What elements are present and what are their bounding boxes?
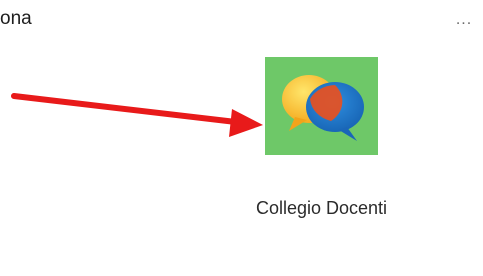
team-name-label: Collegio Docenti — [255, 198, 388, 218]
chat-bubbles-icon — [282, 75, 364, 141]
team-avatar — [265, 57, 378, 155]
red-arrow-icon — [11, 93, 263, 137]
team-tile-collegio-docenti[interactable] — [265, 57, 378, 155]
teams-panel: ona ... Collegio Docenti — [0, 0, 483, 276]
